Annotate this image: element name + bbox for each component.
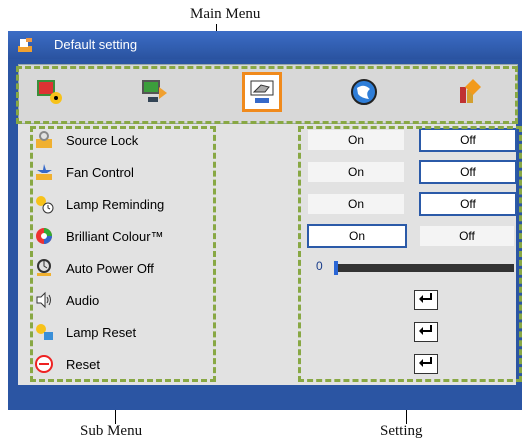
main-menu-highlight	[16, 66, 518, 124]
osd-window: Default setting Source Lock Fan Control	[8, 31, 522, 410]
main-menu-callout: Main Menu	[190, 6, 261, 22]
setting-callout: Setting	[380, 423, 423, 439]
setting-highlight	[298, 126, 522, 382]
sub-menu-callout: Sub Menu	[80, 423, 143, 439]
body-panel: Source Lock Fan Control Lamp Reminding B…	[18, 124, 522, 385]
bottom-bar	[8, 385, 522, 410]
window-title: Default setting	[54, 37, 138, 52]
title-bar: Default setting	[8, 31, 522, 59]
sub-menu-highlight	[30, 126, 216, 382]
settings-wrench-icon	[16, 36, 34, 54]
